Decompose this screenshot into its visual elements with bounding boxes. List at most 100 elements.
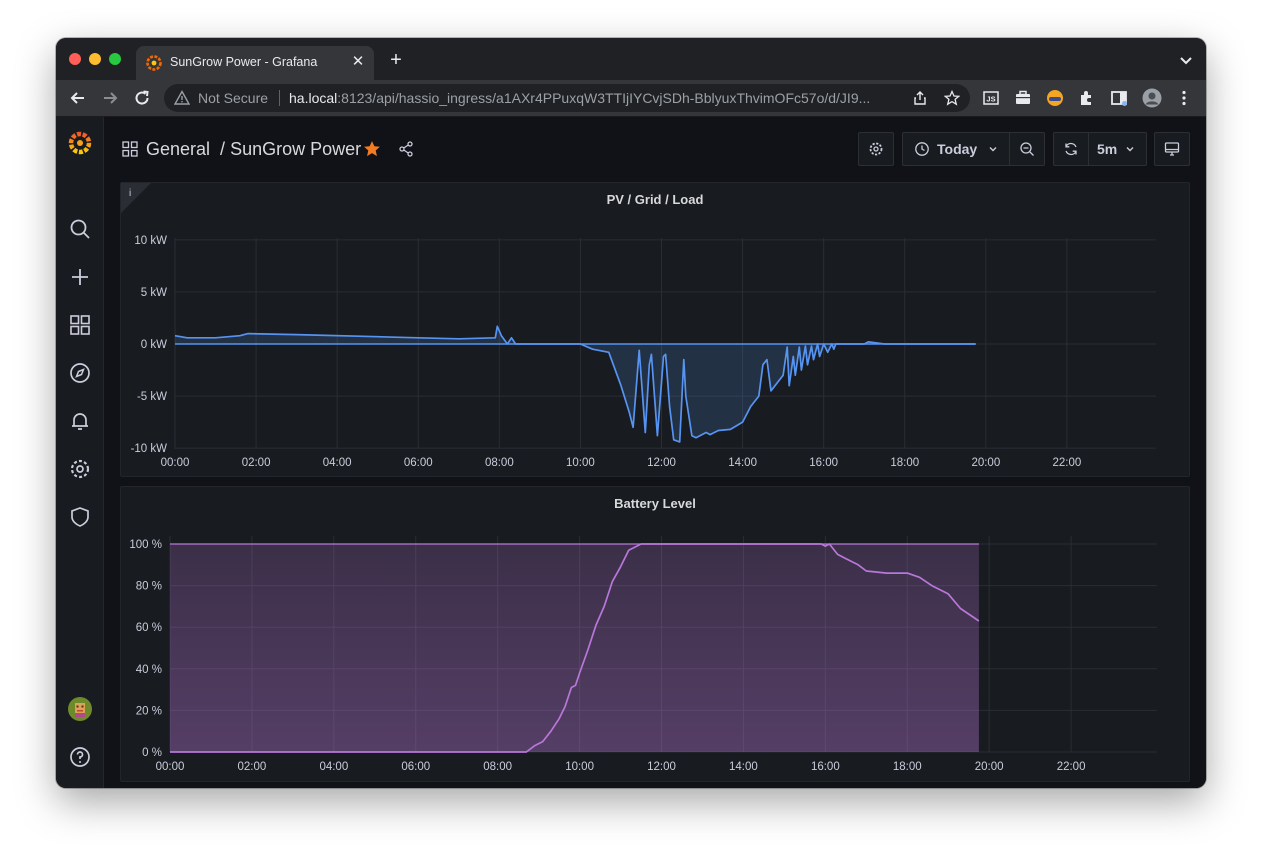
y-tick-label: 60 %	[136, 622, 162, 634]
browser-window: SunGrow Power - Grafana ✕ + Not Secure h…	[56, 38, 1206, 788]
breadcrumb-path[interactable]: General / SunGrow Power	[146, 139, 361, 160]
y-tick-label: -5 kW	[137, 391, 167, 403]
reload-icon[interactable]	[132, 88, 152, 108]
y-tick-label: 40 %	[136, 664, 162, 676]
grafana-logo-icon[interactable]	[67, 129, 93, 155]
x-tick-label: 16:00	[809, 457, 838, 469]
share-page-icon[interactable]	[912, 90, 928, 106]
dashboard-settings-button[interactable]	[858, 132, 894, 166]
battery-level-chart: 100 % 80 % 60 % 40 % 20 % 0 % 00:00 02:00 04:00 0…	[129, 536, 1157, 773]
dashboards-icon[interactable]	[68, 313, 92, 337]
address-bar[interactable]: Not Secure ha.local:8123/api/hassio_ingr…	[164, 84, 970, 112]
x-tick-label: 14:00	[728, 457, 757, 469]
y-tick-label: 80 %	[136, 581, 162, 593]
browser-menu-icon[interactable]	[1174, 88, 1194, 108]
close-tab-icon[interactable]: ✕	[348, 52, 368, 72]
create-plus-icon[interactable]	[68, 265, 92, 289]
puzzle-extensions-icon[interactable]	[1077, 88, 1097, 108]
x-tick-label: 22:00	[1053, 457, 1082, 469]
x-tick-label: 12:00	[647, 457, 676, 469]
refresh-icon[interactable]	[1063, 141, 1079, 157]
profile-avatar-icon[interactable]	[1142, 88, 1162, 108]
x-tick-label: 18:00	[890, 457, 919, 469]
y-tick-label: 0 %	[142, 747, 162, 759]
grafana-sidebar	[56, 117, 104, 788]
button-divider	[1009, 133, 1010, 165]
monitor-icon	[1164, 142, 1180, 156]
svg-text:JS: JS	[986, 95, 995, 104]
x-tick-label: 04:00	[319, 761, 348, 773]
y-tick-label: 100 %	[129, 539, 162, 551]
folder-link[interactable]: General	[146, 139, 210, 159]
x-tick-label: 10:00	[566, 457, 595, 469]
search-icon[interactable]	[68, 217, 92, 241]
x-tick-label: 14:00	[729, 761, 758, 773]
tab-title: SunGrow Power - Grafana	[170, 55, 318, 69]
time-picker-button[interactable]: Today	[902, 132, 1045, 166]
x-tick-label: 06:00	[401, 761, 430, 773]
y-tick-label: 10 kW	[134, 235, 167, 247]
x-tick-label: 16:00	[811, 761, 840, 773]
time-range-label: Today	[937, 141, 978, 157]
settings-gear-icon	[869, 142, 883, 156]
url-text[interactable]: ha.local:8123/api/hassio_ingress/a1AXr4P…	[289, 90, 899, 106]
bookmark-star-icon[interactable]	[944, 90, 960, 106]
url-path: :8123/api/hassio_ingress/a1AXr4PPuxqW3TT…	[337, 90, 871, 106]
explore-compass-icon[interactable]	[68, 361, 92, 385]
alerting-bell-icon[interactable]	[68, 409, 92, 433]
series-area-fill	[170, 544, 979, 752]
help-icon[interactable]	[68, 745, 92, 769]
dashboard-grid-icon	[122, 141, 138, 157]
y-tick-label: 20 %	[136, 705, 162, 717]
x-tick-label: 20:00	[975, 761, 1004, 773]
new-tab-icon[interactable]: +	[386, 50, 406, 70]
tab-bar: SunGrow Power - Grafana ✕ +	[56, 38, 1206, 80]
x-tick-label: 20:00	[971, 457, 1000, 469]
chevron-down-icon	[1126, 147, 1134, 152]
clock-icon	[915, 142, 929, 156]
chevron-down-icon[interactable]	[1176, 50, 1196, 70]
close-window-button[interactable]	[69, 53, 81, 65]
tv-mode-button[interactable]	[1154, 132, 1190, 166]
x-tick-label: 18:00	[893, 761, 922, 773]
y-tick-label: 0 kW	[141, 339, 167, 351]
browser-toolbar: Not Secure ha.local:8123/api/hassio_ingr…	[56, 80, 1206, 117]
warning-icon	[174, 90, 190, 105]
x-tick-label: 00:00	[156, 761, 185, 773]
side-panel-icon[interactable]	[1109, 88, 1129, 108]
zoom-out-icon[interactable]	[1019, 141, 1035, 157]
configuration-gear-icon[interactable]	[68, 457, 92, 481]
favorite-star-icon[interactable]	[363, 140, 381, 158]
refresh-picker-button[interactable]: 5m	[1053, 132, 1147, 166]
dashboard-title[interactable]: SunGrow Power	[230, 139, 361, 159]
security-label[interactable]: Not Secure	[198, 90, 268, 106]
x-tick-label: 00:00	[161, 457, 190, 469]
share-icon[interactable]	[398, 141, 414, 157]
browser-tab[interactable]: SunGrow Power - Grafana ✕	[136, 46, 374, 80]
x-tick-label: 10:00	[565, 761, 594, 773]
user-avatar[interactable]	[68, 697, 92, 721]
x-tick-label: 04:00	[323, 457, 352, 469]
minimize-window-button[interactable]	[89, 53, 101, 65]
x-tick-label: 06:00	[404, 457, 433, 469]
js-extension-icon[interactable]: JS	[981, 88, 1001, 108]
briefcase-extension-icon[interactable]	[1013, 88, 1033, 108]
x-tick-label: 02:00	[242, 457, 271, 469]
pv-grid-load-panel[interactable]: i PV / Grid / Load 10 kW 5 kW 0 kW -5 kW -10…	[120, 182, 1190, 477]
x-tick-label: 12:00	[647, 761, 676, 773]
x-tick-label: 22:00	[1057, 761, 1086, 773]
x-tick-label: 08:00	[483, 761, 512, 773]
y-tick-label: -10 kW	[131, 443, 168, 455]
back-icon[interactable]	[68, 88, 88, 108]
server-admin-shield-icon[interactable]	[68, 505, 92, 529]
battery-level-panel[interactable]: Battery Level 100 % 80 % 60 % 40 % 20 % 0 % 00…	[120, 486, 1190, 782]
refresh-interval-label[interactable]: 5m	[1097, 141, 1117, 157]
dashboard-area: General / SunGrow Power Today 5m i PV / …	[104, 117, 1206, 788]
x-tick-label: 02:00	[238, 761, 267, 773]
chevron-down-icon	[989, 147, 997, 152]
sun-extension-icon[interactable]	[1045, 88, 1065, 108]
zoom-window-button[interactable]	[109, 53, 121, 65]
forward-icon[interactable]	[100, 88, 120, 108]
grafana-favicon-icon	[146, 55, 162, 71]
pv-grid-load-chart: 10 kW 5 kW 0 kW -5 kW -10 kW 00:00 02:00 04:00 0…	[131, 235, 1156, 469]
